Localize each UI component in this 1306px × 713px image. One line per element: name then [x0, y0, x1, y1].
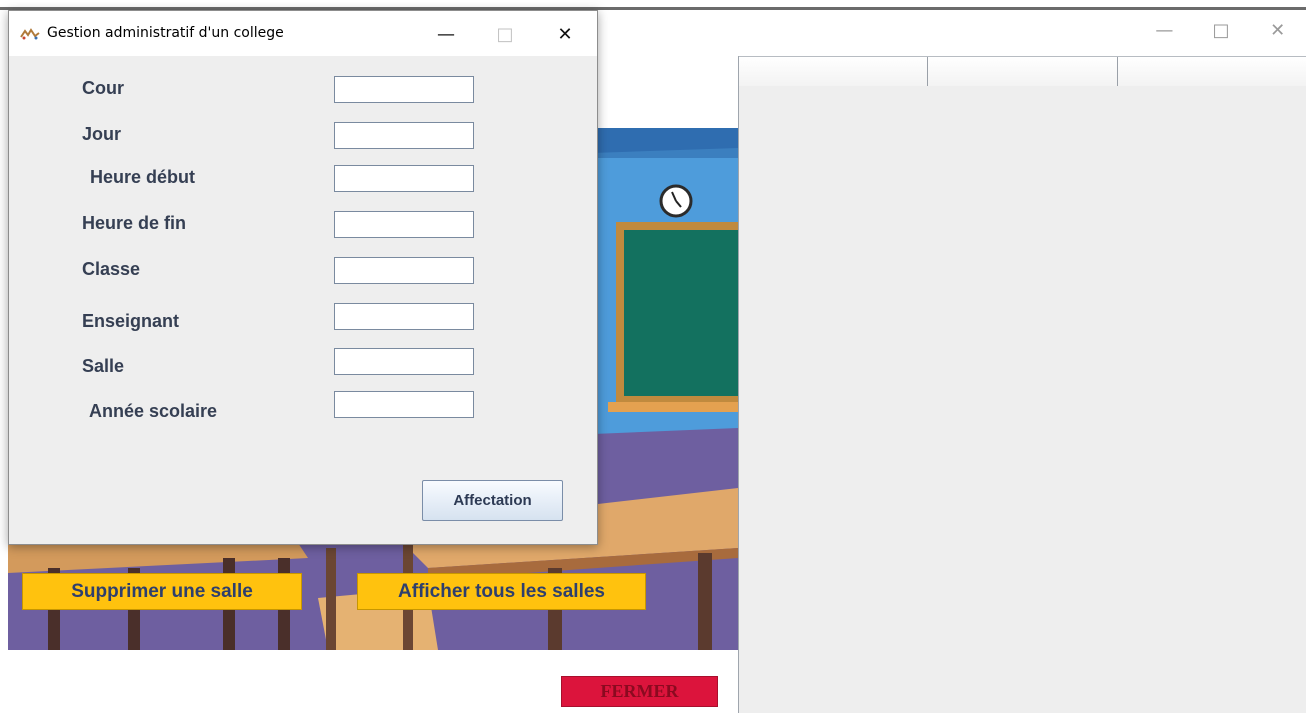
maximize-button[interactable]: □: [482, 17, 528, 51]
affectation-button[interactable]: Affectation: [422, 480, 563, 521]
annee-scolaire-field[interactable]: [334, 391, 474, 418]
salle-field[interactable]: [334, 348, 474, 375]
dialog-title: Gestion administratif d'un college: [47, 25, 284, 41]
show-all-rooms-button[interactable]: Afficher tous les salles: [357, 573, 646, 610]
cour-label: Cour: [82, 78, 124, 98]
close-icon[interactable]: ✕: [542, 17, 588, 51]
table-column-header[interactable]: [1117, 57, 1306, 86]
heure-debut-field[interactable]: [334, 165, 474, 192]
salles-table[interactable]: [738, 56, 1306, 713]
enseignant-field[interactable]: [334, 303, 474, 330]
heure-fin-field[interactable]: [334, 211, 474, 238]
table-column-header[interactable]: [739, 57, 929, 86]
classe-label: Classe: [82, 259, 141, 279]
classe-field[interactable]: [334, 257, 474, 284]
delete-room-button[interactable]: Supprimer une salle: [22, 573, 302, 610]
table-header: [739, 56, 1306, 86]
annee-scolaire-label: Année scolaire: [89, 401, 218, 421]
heure-fin-label: Heure de fin: [82, 213, 187, 233]
cour-field[interactable]: [334, 76, 474, 103]
background-window-controls: — □ ✕: [1136, 10, 1306, 50]
salle-label: Salle: [82, 356, 125, 376]
dialog-titlebar[interactable]: Gestion administratif d'un college — □ ✕: [9, 11, 597, 56]
jour-label: Jour: [82, 124, 122, 144]
table-column-header[interactable]: [928, 57, 1118, 86]
jour-field[interactable]: [334, 122, 474, 149]
menu-bar-fragment: [0, 0, 1306, 10]
enseignant-label: Enseignant: [82, 311, 180, 331]
minimize-button[interactable]: —: [423, 17, 469, 51]
background-close-button[interactable]: ✕: [1258, 20, 1298, 41]
heure-debut-label: Heure début: [90, 167, 196, 187]
java-app-icon: [20, 28, 40, 40]
background-minimize-button[interactable]: —: [1144, 20, 1184, 41]
close-button[interactable]: FERMER: [561, 676, 718, 707]
background-maximize-button[interactable]: □: [1201, 20, 1241, 41]
affectation-dialog: Gestion administratif d'un college — □ ✕…: [8, 10, 598, 545]
